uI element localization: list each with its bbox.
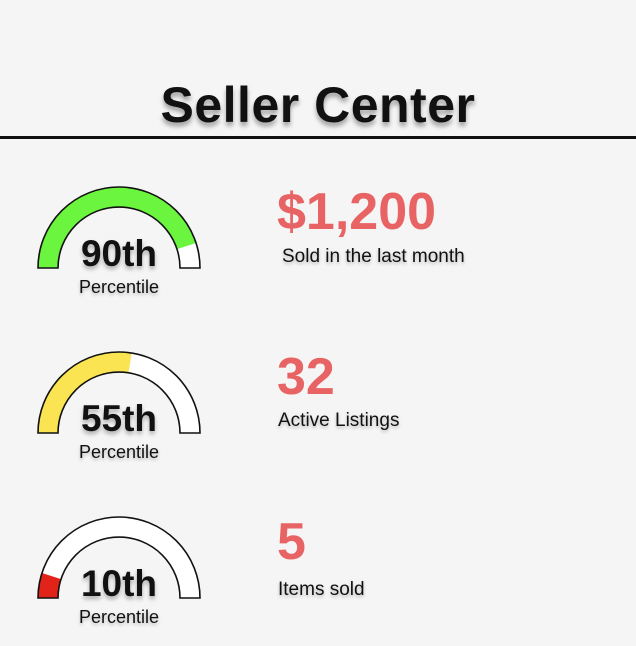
gauge-listings: 55th Percentile (36, 347, 202, 467)
stat-value-items-sold: 5 (277, 513, 306, 571)
stat-label-items-sold: Items sold (278, 579, 365, 600)
header-divider (0, 136, 636, 139)
gauge-percentile-value: 55th (80, 398, 158, 439)
stat-value-listings: 32 (277, 348, 335, 406)
gauge-percentile-caption: Percentile (78, 277, 160, 297)
stat-label-listings: Active Listings (278, 410, 400, 431)
gauge-items-sold: 10th Percentile (36, 512, 202, 632)
gauge-percentile-value: 10th (80, 563, 158, 604)
gauge-percentile-caption: Percentile (78, 442, 160, 462)
page-title: Seller Center (160, 77, 476, 133)
gauge-percentile-caption: Percentile (78, 607, 160, 627)
gauge-sales: 90th Percentile (36, 182, 202, 302)
stat-value-sales: $1,200 (277, 183, 437, 241)
stat-label-sales: Sold in the last month (282, 246, 465, 267)
gauge-percentile-value: 90th (80, 233, 158, 274)
